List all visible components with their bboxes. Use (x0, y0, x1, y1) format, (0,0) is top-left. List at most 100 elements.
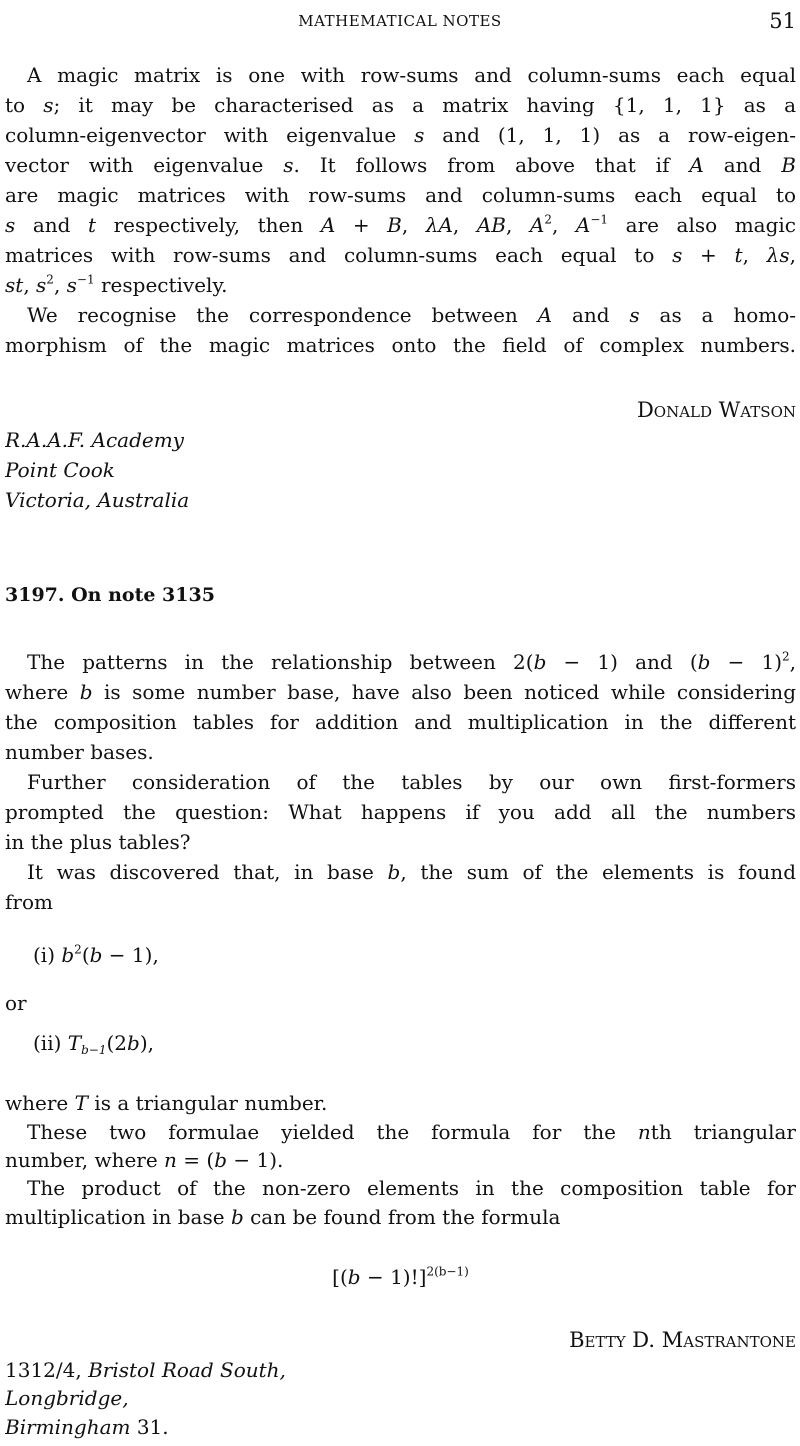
math-symbol: s (672, 243, 683, 267)
math-symbol: T (74, 1091, 88, 1115)
text-run: , (401, 213, 426, 237)
text-run: and (15, 213, 88, 237)
text-line: to s; it may be characterised as a matri… (5, 90, 796, 120)
text-run: number, where (5, 1148, 165, 1172)
text-run: is some number base, have also been noti… (92, 680, 796, 704)
text-line: the composition tables for addition and … (5, 707, 796, 737)
math-symbol: AB (476, 213, 506, 237)
text-run: − 1). (227, 1148, 284, 1172)
math-symbol: b (89, 943, 103, 967)
math-symbol: A (320, 213, 336, 237)
text-run: The patterns in the relationship between… (27, 650, 534, 674)
math-symbol: b (214, 1148, 228, 1172)
math-symbol: b (387, 860, 401, 884)
text-line: [(b − 1)!]2(b−1) (5, 1262, 796, 1292)
text-line: or (5, 988, 796, 1018)
address-street: Bristol Road South, (88, 1358, 286, 1382)
text-line: morphism of the magic matrices onto the … (5, 330, 796, 360)
text-line: multiplication in base b can be found fr… (5, 1202, 796, 1232)
author-address-line: Victoria, Australia (5, 488, 190, 512)
text-run: from (5, 890, 53, 914)
math-symbol: T (67, 1031, 82, 1055)
text-run: , the sum of the elements is found (400, 860, 796, 884)
math-symbol: t (88, 213, 97, 237)
math-symbol: B (387, 213, 402, 237)
text-run: where (5, 1091, 75, 1115)
text-run: . It follows from above that if (293, 153, 690, 177)
superscript: −1 (590, 212, 609, 227)
text-run: , (452, 213, 477, 237)
text-run: ( (81, 943, 90, 967)
math-symbol: s (36, 273, 47, 297)
math-symbol: s (283, 153, 294, 177)
text-run: ; it may be characterised as a matrix ha… (53, 93, 796, 117)
text-run: and (703, 153, 782, 177)
text-run: , (53, 273, 67, 297)
text-run: in the plus tables? (5, 830, 191, 854)
text-run: ), (139, 1031, 154, 1055)
text-line: The patterns in the relationship between… (5, 647, 796, 677)
math-symbol: n (164, 1148, 177, 1172)
math-symbol: b (697, 650, 711, 674)
author-signature: Donald Watson (636, 398, 796, 422)
text-run: − 1)!] (360, 1265, 427, 1289)
text-run: the composition tables for addition and … (5, 710, 796, 734)
address-city: Birmingham (5, 1415, 131, 1439)
author-signature: Betty D. Mastrantone (569, 1328, 796, 1352)
text-run: is a triangular number. (87, 1091, 328, 1115)
math-symbol: n (637, 1120, 651, 1144)
math-symbol: b (347, 1265, 361, 1289)
text-run: A magic matrix is one with row-sums and … (27, 63, 796, 87)
superscript: 2 (74, 942, 82, 957)
text-line: (ii) Tb−1(2b), (5, 1028, 796, 1058)
text-run: + (682, 243, 735, 267)
text-run: − 1), (102, 943, 159, 967)
text-line: matrices with row-sums and column-sums e… (5, 240, 796, 270)
text-run: are also magic (608, 213, 796, 237)
text-run: to (5, 93, 44, 117)
text-run: number bases. (5, 740, 154, 764)
text-run: or (5, 991, 27, 1015)
text-line: number, where n = (b − 1). (5, 1145, 796, 1175)
text-run: th triangular (650, 1120, 796, 1144)
math-symbol: A (537, 303, 553, 327)
text-run: are magic matrices with row-sums and col… (5, 183, 796, 207)
math-symbol: b (230, 1205, 244, 1229)
text-line: in the plus tables? (5, 827, 796, 857)
text-line: where T is a triangular number. (5, 1088, 796, 1118)
text-run: respectively. (94, 273, 228, 297)
math-symbol: s (414, 123, 425, 147)
text-run: We recognise the correspondence between (27, 303, 538, 327)
subscript: b−1 (81, 1043, 107, 1058)
text-line: are magic matrices with row-sums and col… (5, 180, 796, 210)
text-run: multiplication in base (5, 1205, 231, 1229)
text-line: from (5, 887, 796, 917)
text-run: , (742, 243, 767, 267)
author-address-line: Birmingham 31. (5, 1412, 796, 1442)
text-run: − 1) and ( (546, 650, 698, 674)
math-symbol: B (781, 153, 796, 177)
superscript: 2 (782, 649, 790, 664)
text-run: as a homo- (639, 303, 797, 327)
address-number: 1312/4, (5, 1358, 89, 1382)
text-run: respectively, then (96, 213, 321, 237)
math-symbol: s (5, 213, 16, 237)
author-address-line: 1312/4, Bristol Road South, (5, 1355, 796, 1385)
math-symbol: A (575, 213, 591, 237)
note-heading: 3197. On note 3135 (5, 584, 215, 606)
text-run: Further consideration of the tables by o… (27, 770, 796, 794)
author-address-line: Longbridge, (5, 1386, 129, 1410)
text-run: matrices with row-sums and column-sums e… (5, 243, 673, 267)
math-symbol: λA (425, 213, 453, 237)
math-symbol: b (61, 943, 75, 967)
math-symbol: t (734, 243, 743, 267)
text-run: (ii) (33, 1031, 68, 1055)
text-run: (2 (106, 1031, 128, 1055)
math-symbol: s (43, 93, 54, 117)
address-postcode: 31. (130, 1415, 169, 1439)
math-symbol: b (127, 1031, 140, 1055)
math-symbol: s (629, 303, 640, 327)
text-run: = ( (176, 1148, 215, 1172)
page-header: MATHEMATICAL NOTES 51 (0, 6, 800, 36)
author-address-line: Point Cook (5, 458, 115, 482)
